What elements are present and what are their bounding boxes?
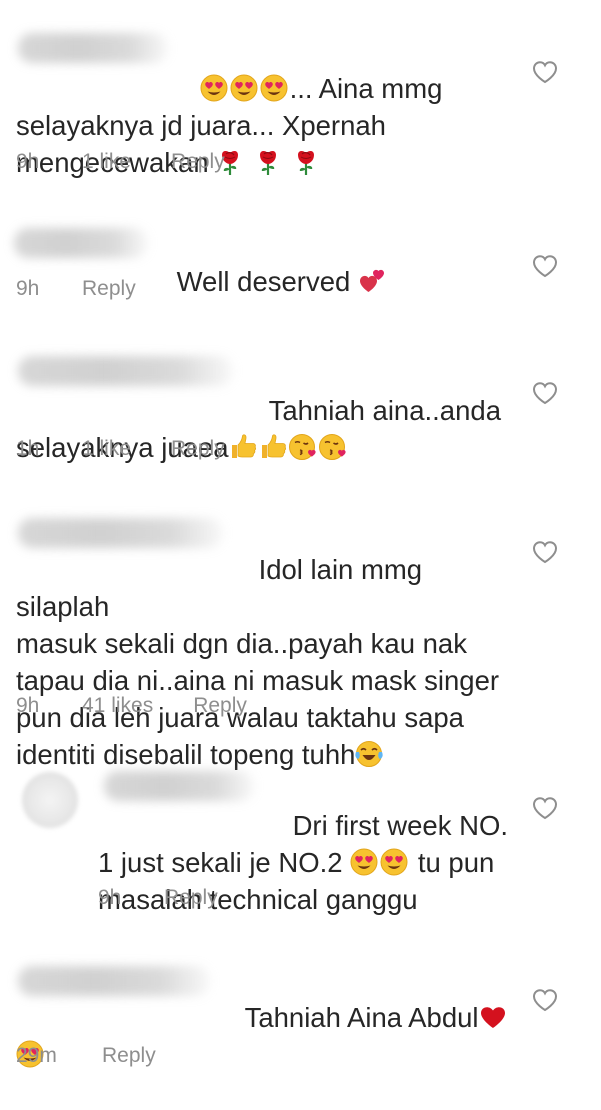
heart-eyes-emoji: [230, 74, 258, 102]
comment-text-line2: masuk sekali dgn dia..payah kau nak: [16, 628, 467, 659]
comment-text: ... Aina mmg selayaknya jd juara... Xpern…: [16, 33, 516, 218]
comment-meta: 9h 41 likes Reply: [16, 694, 247, 718]
comment-text-line1: Idol lain mmg silaplah: [16, 554, 430, 622]
rose-emoji: [292, 148, 320, 176]
comment-meta: 29m Reply: [16, 1044, 156, 1068]
comment-text-line2: selayaknya jd juara... Xpernah: [16, 110, 386, 141]
comment-time: 9h: [16, 150, 40, 173]
reply-button[interactable]: Reply: [171, 437, 225, 461]
thumbs-up-emoji: [259, 433, 287, 461]
reply-button[interactable]: Reply: [102, 1044, 156, 1068]
like-heart-icon[interactable]: [532, 988, 558, 1012]
comment-text: Tahniah Aina Abdul: [16, 962, 516, 1110]
like-heart-icon[interactable]: [532, 381, 558, 405]
like-heart-icon[interactable]: [532, 796, 558, 820]
like-heart-icon[interactable]: [532, 540, 558, 564]
comment-meta: 9h 1 like Reply: [16, 150, 225, 174]
reply-button[interactable]: Reply: [164, 886, 218, 910]
reply-button[interactable]: Reply: [193, 694, 247, 718]
comment-text-line1: ... Aina mmg: [289, 73, 443, 104]
thumbs-up-emoji: [229, 433, 257, 461]
heart-eyes-emoji: [260, 74, 288, 102]
kissing-heart-emoji: [319, 433, 347, 461]
rose-emoji: [254, 148, 282, 176]
comment-text-line1: Well deserved: [176, 266, 351, 297]
reply-button[interactable]: Reply: [82, 277, 136, 301]
comment-time: 9h: [16, 694, 40, 717]
tears-of-joy-emoji: [355, 740, 383, 768]
comment-meta: 9h Reply: [16, 277, 136, 301]
comment-text-line3: tapau dia ni..aina ni masuk mask singer: [16, 665, 500, 696]
comment-text-line1: Tahniah Aina Abdul: [244, 1002, 479, 1033]
comment-text-line1: Dri first week NO.: [292, 810, 508, 841]
red-heart-emoji: [479, 1003, 507, 1031]
comment-text: Tahniah aina..anda selayaknya juaea: [16, 355, 516, 503]
comment-likes[interactable]: 1 like: [82, 437, 131, 461]
heart-eyes-emoji: [350, 848, 378, 876]
kissing-heart-emoji: [289, 433, 317, 461]
comment-text-line5: identiti disebalil topeng tuhh: [16, 739, 356, 770]
heart-eyes-emoji: [200, 74, 228, 102]
comment-text: Dri first week NO. 1 just sekali je NO.2 …: [98, 770, 518, 955]
comment-time: 29m: [16, 1044, 57, 1067]
heart-eyes-emoji: [380, 848, 408, 876]
comment-text-line1: Tahniah aina..anda: [268, 395, 501, 426]
comment-text: Idol lain mmg silaplah masuk sekali dgn d…: [16, 514, 516, 810]
like-heart-icon[interactable]: [532, 254, 558, 278]
comment-meta: 9h Reply: [98, 886, 218, 910]
comment-time: 9h: [98, 886, 122, 909]
comment-text-line2b: tu pun: [417, 847, 495, 878]
comment-text-line2a: 1 just sekali je NO.2: [98, 847, 343, 878]
reply-button[interactable]: Reply: [171, 150, 225, 174]
comment-time: 1h: [16, 437, 40, 460]
comment-meta: 1h 1 like Reply: [16, 437, 225, 461]
avatar[interactable]: [22, 772, 78, 828]
like-heart-icon[interactable]: [532, 60, 558, 84]
comment-likes[interactable]: 41 likes: [82, 694, 153, 718]
two-hearts-emoji: [358, 267, 386, 295]
comment-time: 9h: [16, 277, 40, 300]
comment-likes[interactable]: 1 like: [82, 150, 131, 174]
